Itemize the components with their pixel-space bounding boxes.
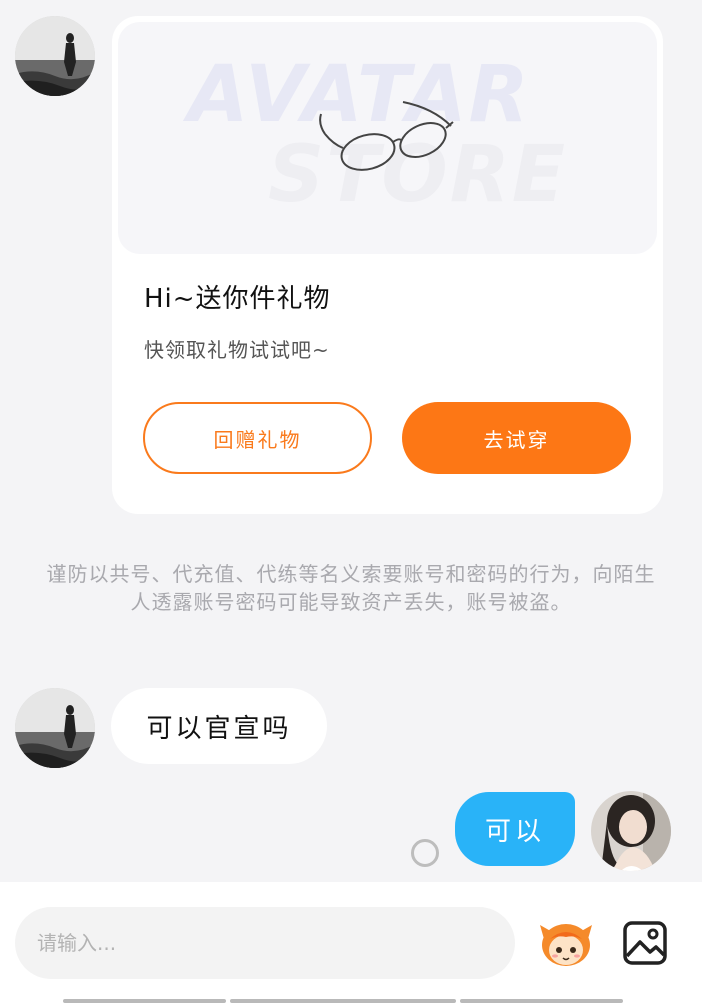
keyboard-bar-segment	[230, 999, 456, 1003]
contact-avatar[interactable]	[15, 16, 95, 96]
my-avatar-image	[591, 791, 671, 871]
outgoing-message-bubble[interactable]: 可以	[455, 792, 575, 866]
my-avatar[interactable]	[591, 791, 671, 871]
composer-bar	[0, 882, 702, 1003]
return-gift-button[interactable]: 回赠礼物	[143, 402, 372, 474]
contact-avatar-image	[15, 688, 95, 768]
image-icon[interactable]	[622, 920, 668, 966]
sending-status-icon	[411, 839, 439, 867]
contact-avatar-image	[15, 16, 95, 96]
keyboard-bar-segment	[460, 999, 623, 1003]
glasses-icon	[319, 101, 454, 171]
gift-card: AVATAR STORE Hi~送你件礼物 快领取礼物试试吧~ 回赠礼物 去试穿	[112, 16, 663, 514]
security-warning: 谨防以共号、代充值、代练等名义索要账号和密码的行为，向陌生人透露账号密码可能导致…	[46, 562, 656, 614]
try-on-button[interactable]: 去试穿	[402, 402, 631, 474]
message-input[interactable]	[15, 907, 515, 979]
gift-subtitle: 快领取礼物试试吧~	[144, 338, 330, 362]
incoming-message-bubble[interactable]: 可以官宣吗	[111, 688, 327, 764]
contact-avatar[interactable]	[15, 688, 95, 768]
mascot-emoji-icon[interactable]	[538, 917, 594, 969]
gift-banner[interactable]: AVATAR STORE	[118, 22, 657, 254]
gift-title: Hi~送你件礼物	[144, 284, 331, 314]
keyboard-bar-segment	[63, 999, 226, 1003]
